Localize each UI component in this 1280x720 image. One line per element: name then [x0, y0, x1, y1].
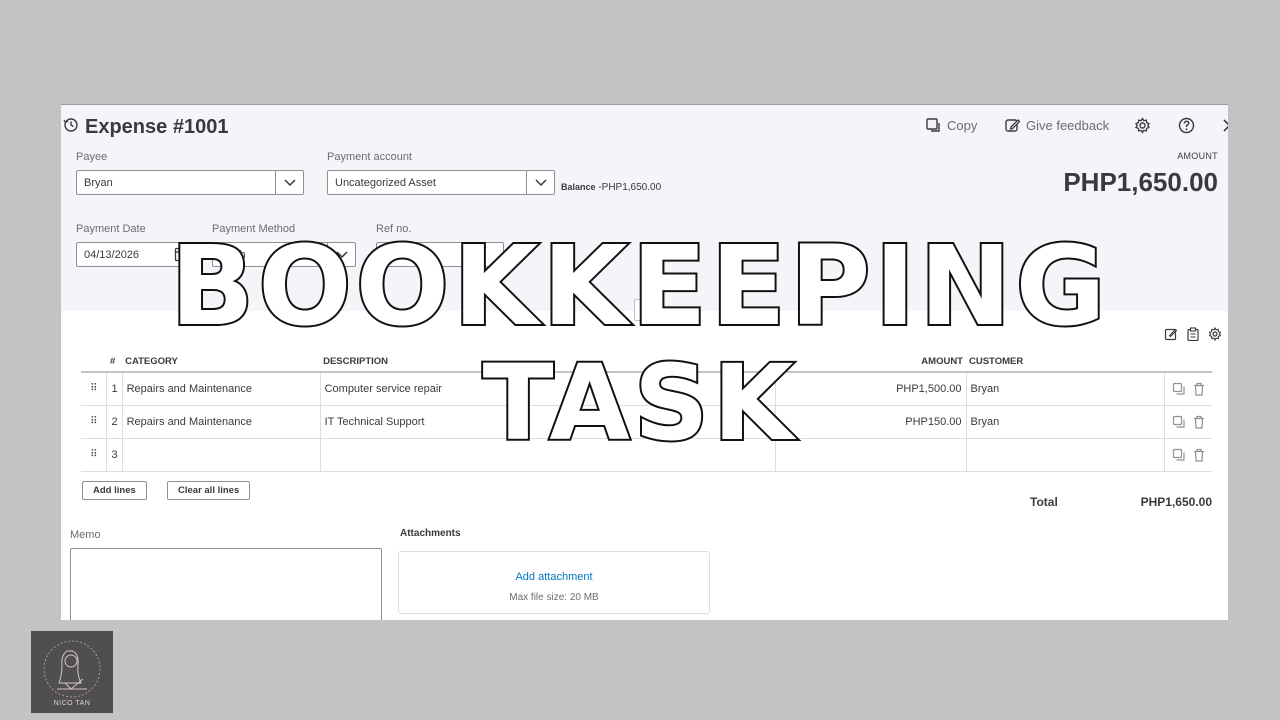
overlay-title: BOOKKEEPING TASK — [0, 222, 1280, 464]
close-button[interactable] — [1221, 117, 1228, 134]
gear-icon — [1135, 117, 1150, 134]
chevron-down-icon — [534, 178, 547, 186]
feedback-label: Give feedback — [1026, 118, 1110, 133]
help-icon — [1178, 117, 1195, 134]
amount-label: AMOUNT — [1177, 151, 1218, 161]
help-button[interactable] — [1178, 117, 1195, 134]
add-attachment-link[interactable]: Add attachment — [399, 571, 709, 583]
copy-icon — [926, 118, 940, 132]
account-balance: Balance -PHP1,650.00 — [561, 182, 661, 193]
history-icon[interactable] — [63, 117, 79, 133]
feedback-icon — [1005, 119, 1021, 132]
logo-text: NICO TAN — [53, 700, 91, 707]
payee-value: Bryan — [84, 176, 113, 189]
attachment-dropzone[interactable]: Add attachment Max file size: 20 MB — [398, 551, 710, 614]
close-icon — [1223, 119, 1228, 132]
amount-total: PHP1,650.00 — [1063, 167, 1218, 197]
brand-logo: NICO TAN — [31, 631, 113, 713]
memo-label: Memo — [70, 529, 101, 541]
total-label: Total — [1030, 495, 1058, 509]
payment-account-label: Payment account — [327, 151, 412, 163]
balance-value: -PHP1,650.00 — [598, 182, 662, 193]
payment-account-select[interactable]: Uncategorized Asset — [327, 170, 555, 195]
chevron-down-icon — [283, 178, 296, 186]
page-title: Expense #1001 — [85, 116, 229, 138]
payee-select[interactable]: Bryan — [76, 170, 304, 195]
payment-account-dropdown-arrow[interactable] — [526, 171, 554, 194]
payment-account-value: Uncategorized Asset — [335, 176, 436, 189]
payee-label: Payee — [76, 151, 108, 163]
give-feedback-button[interactable]: Give feedback — [1004, 117, 1109, 134]
overlay-line-2: TASK — [481, 342, 798, 464]
overlay-line-1: BOOKKEEPING — [168, 222, 1110, 350]
settings-button[interactable] — [1134, 117, 1151, 134]
attachment-size-note: Max file size: 20 MB — [509, 592, 599, 603]
memo-textarea[interactable] — [70, 548, 382, 620]
clear-all-lines-button[interactable]: Clear all lines — [167, 481, 251, 500]
copy-button[interactable]: Copy — [925, 117, 977, 134]
attachments-label: Attachments — [400, 528, 461, 539]
add-lines-button[interactable]: Add lines — [82, 481, 147, 500]
total-value: PHP1,650.00 — [1140, 495, 1212, 509]
payee-dropdown-arrow[interactable] — [275, 171, 303, 194]
balance-label: Balance — [561, 182, 596, 192]
copy-label: Copy — [947, 118, 978, 133]
title-row: Expense #1001 Copy Give feedback — [61, 113, 1228, 143]
